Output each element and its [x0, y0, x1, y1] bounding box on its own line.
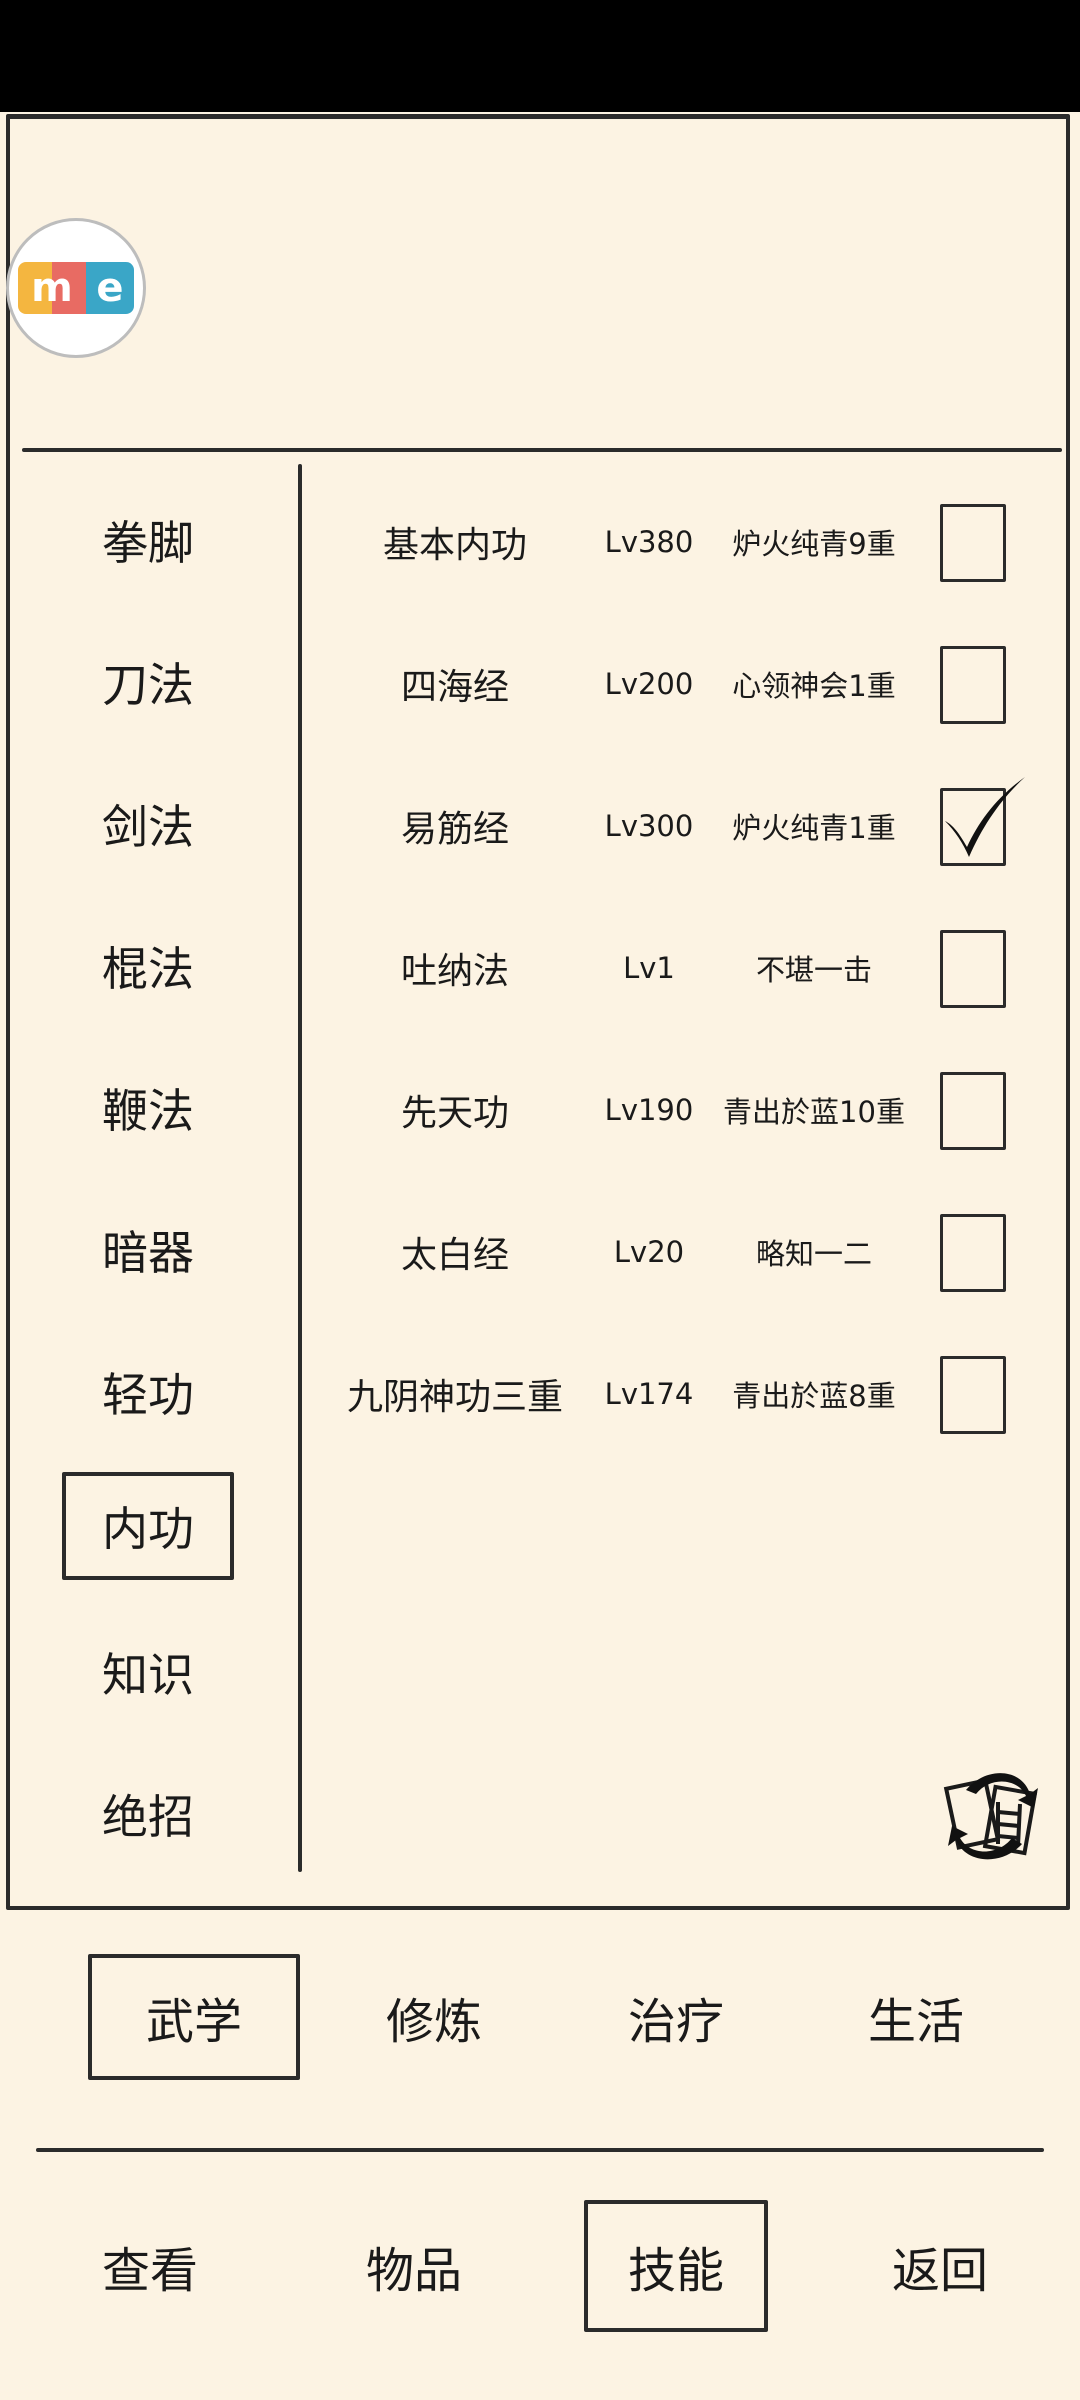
skill-name-cell: 太白经 — [320, 1208, 590, 1296]
tab-wuxue[interactable]: 武学 — [88, 1954, 300, 2080]
refresh-button[interactable] — [938, 1760, 1048, 1870]
tab-zhiliao[interactable]: 治疗 — [570, 1954, 782, 2080]
category-item[interactable]: 暗器 — [62, 1196, 234, 1304]
skill-row[interactable]: 易筋经 Lv300 炉火纯青1重 — [320, 777, 1050, 870]
skill-name: 九阴神功三重 — [346, 1377, 563, 1418]
tab-shenghuo[interactable]: 生活 — [810, 1954, 1022, 2080]
skill-name-cell: 基本内功 — [320, 498, 590, 586]
logo-letter-m: m — [18, 262, 86, 314]
skill-name: 吐纳法 — [400, 951, 509, 992]
skill-level: Lv200 — [604, 667, 694, 701]
skill-rank: 不堪一击 — [755, 953, 872, 987]
skill-level: Lv20 — [613, 1235, 685, 1269]
category-item[interactable]: 刀法 — [62, 628, 234, 736]
category-item[interactable]: 知识 — [62, 1618, 234, 1726]
skill-rank: 青出於蓝10重 — [723, 1095, 905, 1129]
skill-checkbox-checked[interactable] — [940, 777, 1025, 866]
sidebar-divider — [298, 464, 302, 1872]
logo-letter-e: e — [86, 262, 134, 314]
category-item[interactable]: 轻功 — [62, 1338, 234, 1446]
skill-name: 基本内功 — [382, 525, 527, 566]
category-item-selected[interactable]: 内功 — [62, 1472, 234, 1580]
skill-level: Lv174 — [604, 1377, 694, 1411]
category-item[interactable]: 绝招 — [62, 1760, 234, 1868]
category-item[interactable]: 拳脚 — [62, 486, 234, 594]
skill-checkbox[interactable] — [940, 1214, 1006, 1292]
header-divider — [22, 448, 1062, 452]
refresh-icon — [943, 1773, 1038, 1860]
category-item[interactable]: 鞭法 — [62, 1054, 234, 1162]
skill-rank: 青出於蓝8重 — [732, 1379, 896, 1413]
skill-checkbox[interactable] — [940, 1356, 1006, 1434]
skill-row[interactable]: 基本内功 Lv380 炉火纯青9重 — [320, 498, 1050, 586]
nav-skills[interactable]: 技能 — [584, 2200, 768, 2332]
nav-items[interactable]: 物品 — [322, 2200, 506, 2332]
skill-rank: 炉火纯青9重 — [732, 527, 896, 561]
skill-name: 太白经 — [400, 1235, 509, 1276]
logo-mark: m e — [18, 262, 134, 314]
skill-name: 先天功 — [400, 1093, 509, 1134]
category-item[interactable]: 棍法 — [62, 912, 234, 1020]
checkmark-icon — [945, 777, 1025, 857]
skill-row[interactable]: 九阴神功三重 Lv174 青出於蓝8重 — [320, 1350, 1050, 1438]
skill-row[interactable]: 太白经 Lv20 略知一二 — [320, 1208, 1050, 1296]
skill-name-cell: 吐纳法 — [320, 924, 590, 1012]
tab-xiulian[interactable]: 修炼 — [328, 1954, 540, 2080]
skill-checkbox[interactable] — [940, 1072, 1006, 1150]
skill-rank: 心领神会1重 — [732, 669, 896, 703]
skill-name-cell: 易筋经 — [320, 782, 590, 870]
skill-name-cell: 九阴神功三重 — [320, 1350, 590, 1438]
skill-name-cell: 四海经 — [320, 640, 590, 728]
nav-view[interactable]: 查看 — [58, 2200, 242, 2332]
status-bar — [0, 0, 1080, 112]
bottom-divider — [36, 2148, 1044, 2152]
skill-level: Lv1 — [623, 951, 675, 985]
skill-row[interactable]: 吐纳法 Lv1 不堪一击 — [320, 924, 1050, 1012]
skill-rank: 炉火纯青1重 — [732, 811, 896, 845]
skill-checkbox[interactable] — [940, 504, 1006, 582]
skill-level: Lv380 — [604, 525, 694, 559]
skill-name: 易筋经 — [400, 809, 509, 850]
skill-row[interactable]: 先天功 Lv190 青出於蓝10重 — [320, 1066, 1050, 1154]
app-logo[interactable]: m e — [6, 218, 146, 358]
skill-checkbox[interactable] — [940, 930, 1006, 1008]
skill-level: Lv300 — [604, 809, 694, 843]
skill-level: Lv190 — [604, 1093, 694, 1127]
skill-name: 四海经 — [400, 667, 509, 708]
skill-checkbox[interactable] — [940, 646, 1006, 724]
skill-rank: 略知一二 — [755, 1237, 872, 1271]
skill-name-cell: 先天功 — [320, 1066, 590, 1154]
nav-back[interactable]: 返回 — [848, 2200, 1032, 2332]
category-item[interactable]: 剑法 — [62, 770, 234, 878]
skill-row[interactable]: 四海经 Lv200 心领神会1重 — [320, 640, 1050, 728]
